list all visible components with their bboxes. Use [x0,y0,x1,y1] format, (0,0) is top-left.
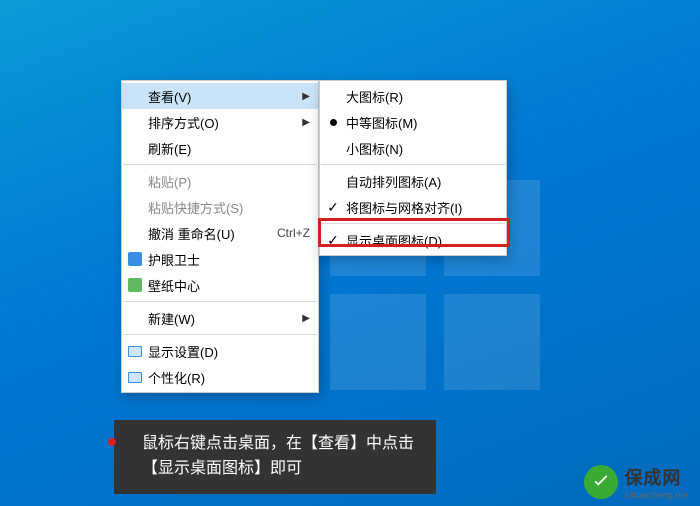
menu-label: 粘贴(P) [148,172,310,191]
menu-item-paste: 粘贴(P) [122,168,318,194]
menu-label: 中等图标(M) [346,113,498,132]
check-icon: ✓ [325,199,341,215]
menu-item-personalize[interactable]: 个性化(R) [122,364,318,390]
check-icon: ✓ [325,232,341,248]
menu-item-paste-shortcut: 粘贴快捷方式(S) [122,194,318,220]
menu-label: 大图标(R) [346,87,498,106]
submenu-arrow-icon: ▶ [302,117,310,128]
menu-separator [123,164,317,165]
menu-item-refresh[interactable]: 刷新(E) [122,135,318,161]
menu-separator [123,301,317,302]
watermark-cn: 保成网 [624,464,688,490]
context-submenu-view: 大图标(R) 中等图标(M) 小图标(N) 自动排列图标(A) ✓ 将图标与网格… [319,80,507,256]
caption-line: 鼠标右键点击桌面，在【查看】中点击 [142,432,414,457]
submenu-arrow-icon: ▶ [302,91,310,102]
menu-item-large-icons[interactable]: 大图标(R) [320,83,506,109]
menu-label: 自动排列图标(A) [346,172,498,191]
image-icon [127,277,143,293]
menu-label: 显示设置(D) [148,342,310,361]
menu-label: 排序方式(O) [148,113,294,132]
context-menu-main: 查看(V) ▶ 排序方式(O) ▶ 刷新(E) 粘贴(P) 粘贴快捷方式(S) … [121,80,319,393]
menu-label: 护眼卫士 [148,250,310,269]
menu-label: 壁纸中心 [148,276,310,295]
menu-label: 撤消 重命名(U) [148,224,267,243]
menu-item-align-grid[interactable]: ✓ 将图标与网格对齐(I) [320,194,506,220]
menu-separator [321,223,505,224]
menu-item-medium-icons[interactable]: 中等图标(M) [320,109,506,135]
watermark-text: 保成网 zsbaocheng.net [624,464,688,500]
menu-label: 个性化(R) [148,368,310,387]
menu-item-auto-arrange[interactable]: 自动排列图标(A) [320,168,506,194]
menu-item-wallpaper[interactable]: 壁纸中心 [122,272,318,298]
radio-icon [325,114,341,130]
menu-item-small-icons[interactable]: 小图标(N) [320,135,506,161]
menu-label: 刷新(E) [148,139,310,158]
menu-item-eye-guard[interactable]: 护眼卫士 [122,246,318,272]
menu-item-view[interactable]: 查看(V) ▶ [122,83,318,109]
menu-label: 将图标与网格对齐(I) [346,198,498,217]
menu-separator [123,334,317,335]
personalize-icon [127,369,143,385]
caption: 鼠标右键点击桌面，在【查看】中点击 【显示桌面图标】即可 [114,420,436,494]
menu-item-show-desktop-icons[interactable]: ✓ 显示桌面图标(D) [320,227,506,253]
menu-label: 小图标(N) [346,139,498,158]
menu-shortcut: Ctrl+Z [277,226,310,240]
menu-item-sort[interactable]: 排序方式(O) ▶ [122,109,318,135]
menu-label: 新建(W) [148,309,294,328]
caption-dot-icon [108,438,116,446]
watermark-en: zsbaocheng.net [624,490,688,500]
caption-line: 【显示桌面图标】即可 [142,457,414,482]
menu-label: 粘贴快捷方式(S) [148,198,310,217]
watermark-logo-icon [584,465,618,499]
watermark: 保成网 zsbaocheng.net [584,464,688,500]
desktop[interactable]: 查看(V) ▶ 排序方式(O) ▶ 刷新(E) 粘贴(P) 粘贴快捷方式(S) … [0,0,700,506]
menu-separator [321,164,505,165]
shield-icon [127,251,143,267]
menu-item-display-settings[interactable]: 显示设置(D) [122,338,318,364]
menu-label: 查看(V) [148,87,294,106]
monitor-icon [127,343,143,359]
menu-item-undo[interactable]: 撤消 重命名(U) Ctrl+Z [122,220,318,246]
submenu-arrow-icon: ▶ [302,313,310,324]
menu-item-new[interactable]: 新建(W) ▶ [122,305,318,331]
menu-label: 显示桌面图标(D) [346,231,498,250]
